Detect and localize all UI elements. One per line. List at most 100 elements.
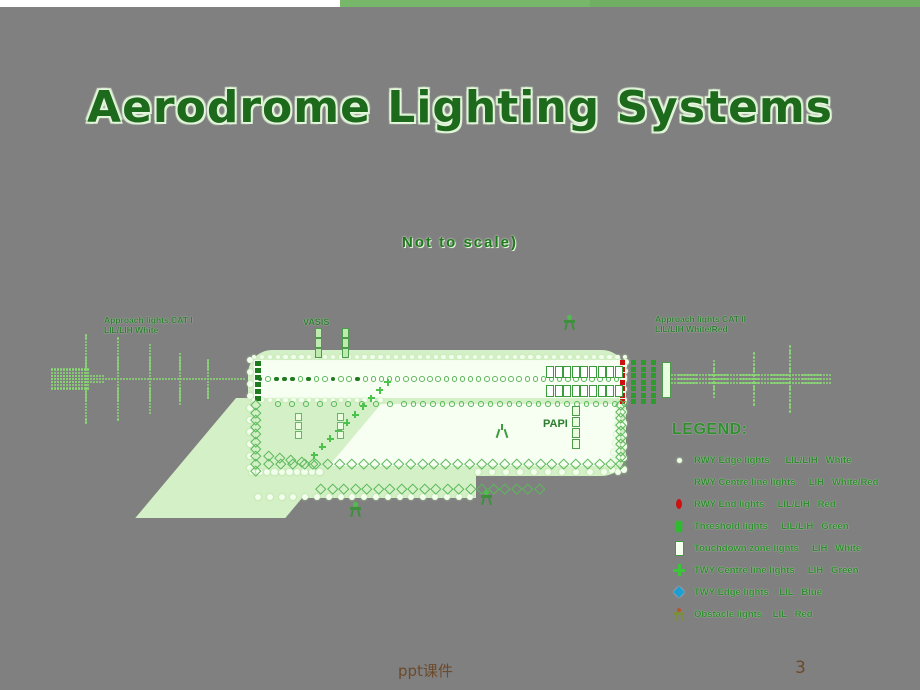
approach-crossbar-light-right [712, 395, 716, 399]
rwy-edge-light [370, 354, 375, 360]
approach-crossbar-light-left [206, 374, 210, 378]
approach-light-left [185, 377, 189, 381]
apron-edge-light [372, 493, 380, 501]
approach-light-right [760, 381, 764, 385]
threshold-light-right [631, 366, 636, 372]
threshold-light-right [631, 379, 636, 385]
touchdown-zone-light [554, 385, 563, 397]
rwy-edge-light [528, 354, 533, 360]
label-vasis: VASIS [303, 317, 330, 327]
approach-crossbar-light-left [116, 337, 120, 340]
approach-crossbar-light-right [788, 395, 792, 399]
legend-item-label: Obstacle lights LIL Red [694, 608, 813, 620]
approach-light-left [167, 377, 171, 381]
papi-light [572, 428, 580, 438]
approach-light-left [95, 374, 99, 378]
approach-crossbar-light-left [148, 343, 152, 347]
touchdown-zone-light [597, 366, 606, 378]
rwy-edge-light [441, 354, 446, 360]
apron-light [295, 413, 302, 421]
threshold-light-right [641, 399, 646, 404]
rwy-edge-light [599, 354, 604, 360]
approach-light-left [83, 387, 87, 390]
approach-crossbar-light-left [178, 380, 182, 384]
approach-light-left [155, 377, 159, 381]
touchdown-zone-light [597, 385, 606, 397]
touchdown-zone-light [606, 366, 615, 378]
rwy-centreline-light [362, 376, 369, 382]
touchdown-zone-light [606, 385, 615, 397]
approach-light-left [68, 374, 72, 378]
approach-light-left [59, 368, 63, 371]
rwy-edge-light [615, 354, 620, 360]
twy-edge-light [317, 401, 323, 407]
approach-light-left [50, 380, 54, 384]
twy-edge-light [516, 401, 522, 407]
approach-light-left [125, 377, 129, 381]
approach-light-left [77, 380, 81, 384]
red-oval-icon [672, 497, 686, 511]
approach-light-left [59, 387, 63, 390]
approach-light-left [107, 377, 111, 381]
approach-crossbar-light-right [788, 359, 792, 363]
rwy-edge-light [299, 354, 304, 360]
wind-indicator-icon [495, 424, 509, 439]
approach-light-left [56, 368, 60, 371]
approach-light-left [50, 371, 54, 375]
legend-title: LEGEND: [672, 421, 748, 438]
legend-item-label: Touchdown zone lights LIH White [694, 542, 862, 554]
approach-crossbar-light-left [148, 408, 152, 412]
approach-light-left [80, 374, 84, 378]
approach-crossbar-light-left [116, 377, 120, 381]
approach-light-right [698, 381, 702, 385]
threshold-light-right [631, 392, 636, 398]
approach-light-left [86, 368, 90, 371]
approach-crossbar-light-left [116, 399, 120, 402]
approach-light-left [89, 380, 93, 384]
approach-light-left [53, 377, 57, 381]
approach-light-left [56, 377, 60, 381]
twy-edge-light [478, 401, 484, 407]
approach-light-right [760, 373, 764, 377]
threshold-light-right [641, 392, 646, 398]
approach-crossbar-light-right [712, 370, 716, 374]
approach-light-left [65, 368, 69, 371]
approach-light-left [143, 377, 147, 381]
approach-crossbar-light-left [178, 371, 182, 375]
touchdown-zone-light [614, 385, 623, 397]
approach-crossbar-light-right [752, 395, 756, 399]
approach-light-left [50, 374, 54, 378]
vasis-light [342, 338, 349, 348]
legend-item-label: RWY Edge lights LIL/LIH White [694, 454, 852, 466]
approach-light-right [828, 373, 832, 377]
vasis-light [315, 328, 322, 338]
approach-light-left [86, 387, 90, 390]
approach-light-right [819, 377, 823, 381]
touchdown-zone-light [546, 366, 554, 378]
obstacle-light-tower [349, 502, 362, 518]
approach-light-right [698, 373, 702, 377]
approach-light-left [230, 377, 234, 381]
threshold-light-right [631, 373, 636, 378]
approach-crossbar-light-left [84, 346, 88, 350]
approach-crossbar-light-right [712, 388, 716, 392]
approach-light-left [62, 380, 66, 384]
apron-light [337, 431, 344, 439]
approach-light-left [194, 377, 198, 381]
papi-light [572, 406, 580, 416]
approach-light-right [670, 381, 674, 385]
approach-light-left [110, 377, 114, 381]
twy-edge-light [487, 401, 494, 407]
approach-crossbar-light-left [206, 368, 210, 371]
approach-crossbar-light-right [788, 363, 792, 366]
approach-light-left [89, 377, 93, 381]
touchdown-zone-light [580, 385, 589, 397]
approach-crossbar-light-right [752, 356, 756, 359]
rwy-centreline-light [273, 376, 279, 382]
apron-edge-light [271, 468, 278, 476]
approach-light-left [239, 377, 243, 381]
approach-crossbar-light-left [148, 374, 152, 378]
legend-row: Touchdown zone lights LIH White [674, 537, 878, 559]
twy-centreline-light [318, 443, 326, 451]
approach-light-left [80, 387, 84, 390]
